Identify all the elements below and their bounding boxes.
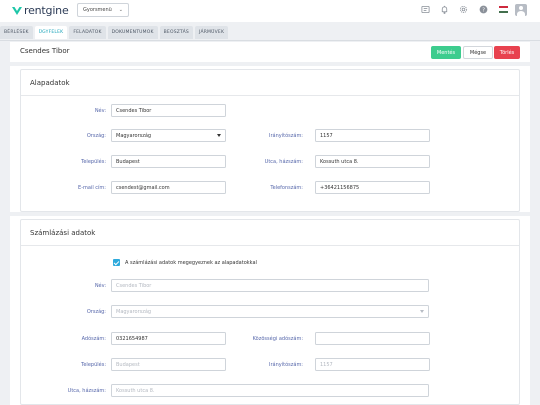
tab-label: BEOSZTÁS: [163, 30, 189, 35]
card-divider: [21, 245, 519, 246]
card-divider: [21, 95, 519, 96]
svg-text:?: ?: [482, 7, 485, 13]
zip-input[interactable]: 1157: [315, 129, 430, 142]
top-bar: rentgine Gyorsmenü ⌄ ?: [0, 0, 540, 22]
email-input[interactable]: csendest@gmail.com: [111, 181, 226, 194]
main-tabs: BÉRLÉSEK ÜGYFELEK FELADATOK DOKUMENTUMOK…: [0, 26, 230, 40]
brand-name: rentgine: [24, 4, 69, 17]
billing-country-label: Ország:: [86, 309, 106, 315]
billing-country-select[interactable]: Magyarország: [111, 305, 429, 318]
city-label: Település:: [81, 159, 106, 165]
billing-name-input[interactable]: Csendes Tibor: [111, 279, 429, 292]
tab-label: DOKUMENTUMOK: [111, 30, 154, 35]
tab-vehicles[interactable]: JÁRMŰVEK: [195, 26, 229, 39]
flag-stripe-green: [499, 10, 508, 13]
quick-menu-label: Gyorsmenü: [83, 7, 112, 13]
tab-schedule[interactable]: BEOSZTÁS: [159, 26, 193, 39]
tab-tasks[interactable]: FELADATOK: [69, 26, 106, 39]
rentgine-logo[interactable]: rentgine: [12, 4, 69, 17]
tab-rentals[interactable]: BÉRLÉSEK: [0, 26, 33, 39]
tab-divider: [0, 40, 540, 41]
tab-label: BÉRLÉSEK: [4, 30, 29, 35]
country-value: Magyarország: [116, 133, 152, 139]
language-flag-icon[interactable]: [499, 6, 508, 13]
phone-input[interactable]: +36421156875: [315, 181, 430, 194]
billing-street-label: Utca, házszám:: [67, 388, 106, 394]
basic-data-panel: Alapadatok Név: Csendes Tibor Ország: Ma…: [10, 66, 530, 212]
page-header: Csendes Tibor Mentés Mégse Törlés: [10, 42, 530, 62]
billing-data-card: Számlázási adatok A számlázási adatok me…: [20, 219, 520, 405]
basic-data-card: Alapadatok Név: Csendes Tibor Ország: Ma…: [20, 69, 520, 212]
cancel-button[interactable]: Mégse: [463, 46, 493, 59]
logo-mark-icon: [12, 6, 22, 15]
eu-tax-number-label: Közösségi adószám:: [252, 336, 303, 342]
billing-city-input[interactable]: Budapest: [111, 358, 226, 371]
billing-zip-input[interactable]: 1157: [315, 358, 430, 371]
save-button[interactable]: Mentés: [431, 46, 461, 59]
page-title: Csendes Tibor: [20, 47, 70, 55]
gear-icon[interactable]: [459, 5, 468, 14]
zip-label: Irányítószám:: [269, 133, 303, 139]
city-input[interactable]: Budapest: [111, 155, 226, 168]
billing-street-input[interactable]: Kossuth utca 8.: [111, 384, 429, 397]
country-label: Ország:: [86, 133, 106, 139]
tab-customers[interactable]: ÜGYFELEK: [34, 26, 68, 39]
chevron-down-icon: ⌄: [118, 7, 123, 13]
same-as-basic-label[interactable]: A számlázási adatok megegyeznek az alapa…: [125, 260, 257, 266]
tab-documents[interactable]: DOKUMENTUMOK: [107, 26, 158, 39]
tab-label: FELADATOK: [73, 30, 102, 35]
billing-country-value: Magyarország: [116, 309, 152, 315]
delete-button[interactable]: Törlés: [494, 46, 520, 59]
user-avatar[interactable]: [515, 4, 527, 16]
basic-data-title: Alapadatok: [30, 79, 70, 87]
same-as-basic-checkbox[interactable]: [113, 259, 120, 266]
reports-icon[interactable]: [421, 5, 430, 14]
billing-city-label: Település:: [81, 362, 106, 368]
caret-down-icon: [420, 310, 424, 313]
street-input[interactable]: Kossuth utca 8.: [315, 155, 430, 168]
name-label: Név:: [94, 108, 106, 114]
billing-zip-label: Irányítószám:: [269, 362, 303, 368]
billing-name-label: Név:: [94, 283, 106, 289]
billing-data-title: Számlázási adatok: [30, 229, 96, 237]
help-icon[interactable]: ?: [479, 5, 488, 14]
billing-data-panel: Számlázási adatok A számlázási adatok me…: [10, 216, 530, 405]
phone-label: Telefonszám:: [270, 185, 303, 191]
tab-label: ÜGYFELEK: [38, 30, 64, 35]
quick-menu-dropdown[interactable]: Gyorsmenü ⌄: [77, 3, 129, 17]
tab-label: JÁRMŰVEK: [199, 30, 225, 35]
eu-tax-number-input[interactable]: [315, 332, 430, 345]
country-select[interactable]: Magyarország: [111, 129, 226, 142]
name-input[interactable]: Csendes Tibor: [111, 104, 226, 117]
caret-down-icon: [217, 134, 221, 137]
email-label: E-mail cím:: [78, 185, 106, 191]
tax-number-input[interactable]: 0321654987: [111, 332, 226, 345]
bell-icon[interactable]: [440, 5, 449, 14]
tax-number-label: Adószám:: [81, 336, 106, 342]
street-label: Utca, házszám:: [264, 159, 303, 165]
